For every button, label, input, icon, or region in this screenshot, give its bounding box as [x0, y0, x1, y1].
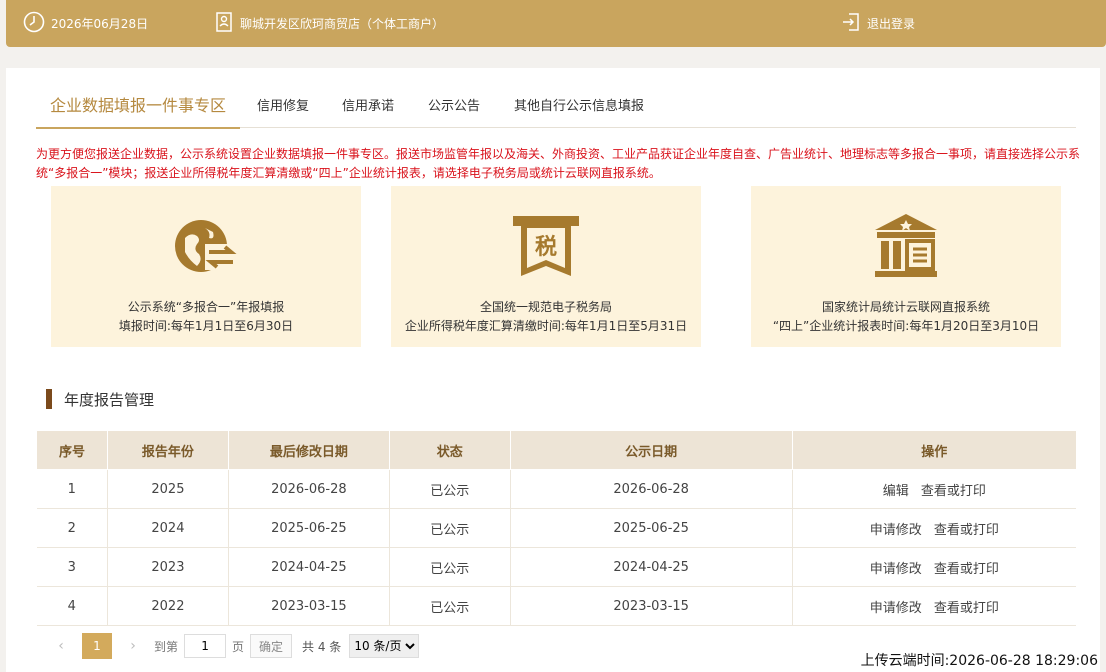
edit-link[interactable]: 编辑	[883, 484, 909, 499]
card-annual-report[interactable]: 公示系统“多报合一”年报填报 填报时间:每年1月1日至6月30日	[51, 186, 361, 347]
card-title: 公示系统“多报合一”年报填报	[127, 300, 285, 314]
shop-name: 聊城开发区欣珂商贸店（个体工商户）	[240, 17, 445, 31]
cell-modified: 2023-03-15	[228, 586, 390, 626]
cell-status: 已公示	[389, 508, 511, 548]
section-title: 年度报告管理	[46, 388, 154, 410]
cell-actions: 申请修改 查看或打印	[792, 547, 1076, 587]
date-display: 2026年06月28日	[23, 0, 148, 47]
cell-actions: 编辑 查看或打印	[792, 469, 1076, 509]
goto-label: 到第	[154, 639, 179, 654]
cell-actions: 申请修改 查看或打印	[792, 586, 1076, 626]
card-title: 国家统计局统计云联网直报系统	[821, 300, 990, 314]
cell-modified: 2025-06-25	[228, 508, 390, 548]
cell-status: 已公示	[389, 469, 511, 509]
cell-year: 2024	[107, 508, 229, 548]
tab-credit-commitment[interactable]: 信用承诺	[342, 92, 394, 128]
table-row: 3 2023 2024-04-25 已公示 2024-04-25 申请修改 查看…	[36, 547, 1076, 587]
card-period: “四上”企业统计报表时间:每年1月20日至3月10日	[772, 319, 1040, 333]
logout-icon	[841, 11, 867, 36]
current-page-button[interactable]: 1	[82, 633, 112, 659]
cell-status: 已公示	[389, 586, 511, 626]
tab-credit-repair[interactable]: 信用修复	[257, 92, 309, 128]
main-panel: 企业数据填报一件事专区 信用修复 信用承诺 公示公告 其他自行公示信息填报 为更…	[6, 68, 1100, 672]
cell-no: 1	[36, 469, 108, 509]
col-header-modified: 最后修改日期	[227, 430, 390, 470]
cell-public-date: 2025-06-25	[510, 508, 793, 548]
view-print-link[interactable]: 查看或打印	[934, 523, 999, 538]
view-print-link[interactable]: 查看或打印	[921, 484, 986, 499]
page-suffix: 页	[232, 639, 245, 654]
shop-info: 聊城开发区欣珂商贸店（个体工商户）	[214, 0, 444, 47]
cell-year: 2025	[107, 469, 229, 509]
col-header-status: 状态	[388, 430, 511, 470]
notice-text: 为更方便您报送企业数据，公示系统设置企业数据填报一件事专区。报送市场监管年报以及…	[36, 147, 1081, 180]
table-row: 1 2025 2026-06-28 已公示 2026-06-28 编辑 查看或打…	[36, 469, 1076, 509]
card-period: 企业所得税年度汇算清缴时间:每年1月1日至5月31日	[404, 319, 688, 333]
section-marker	[46, 389, 52, 409]
card-period: 填报时间:每年1月1日至6月30日	[118, 319, 294, 333]
page-size-select[interactable]: 10 条/页	[349, 634, 420, 658]
annual-report-table: 序号 报告年份 最后修改日期 状态 公示日期 操作 1 2025 2026-06…	[36, 430, 1076, 626]
total-count: 共 4 条	[302, 639, 342, 654]
top-bar: 2026年06月28日 聊城开发区欣珂商贸店（个体工商户） 退出登录	[6, 0, 1106, 47]
cell-year: 2023	[107, 547, 229, 587]
tab-announcement[interactable]: 公示公告	[428, 92, 480, 128]
pagination: ‹ 1 › 到第 页 确定 共 4 条 10 条/页	[46, 632, 420, 660]
card-tax-bureau[interactable]: 税 全国统一规范电子税务局 企业所得税年度汇算清缴时间:每年1月1日至5月31日	[391, 186, 701, 347]
cell-actions: 申请修改 查看或打印	[792, 508, 1076, 548]
request-modify-link[interactable]: 申请修改	[870, 523, 922, 538]
table-row: 4 2022 2023-03-15 已公示 2023-03-15 申请修改 查看…	[36, 586, 1076, 626]
cell-no: 4	[36, 586, 108, 626]
card-statistics[interactable]: 国家统计局统计云联网直报系统 “四上”企业统计报表时间:每年1月20日至3月10…	[751, 186, 1061, 347]
view-print-link[interactable]: 查看或打印	[934, 601, 999, 616]
user-badge-icon	[214, 11, 240, 36]
request-modify-link[interactable]: 申请修改	[870, 562, 922, 577]
tab-other-disclosure[interactable]: 其他自行公示信息填报	[514, 92, 644, 128]
upload-time: 上传云端时间:2026-06-28 18:29:06	[858, 650, 1100, 670]
tax-glyph: 税	[535, 234, 557, 260]
table-header-row: 序号 报告年份 最后修改日期 状态 公示日期 操作	[36, 430, 1076, 470]
section-title-text: 年度报告管理	[64, 390, 155, 409]
logout-button[interactable]: 退出登录	[841, 0, 915, 47]
goto-confirm-button[interactable]: 确定	[250, 634, 293, 658]
date-text: 2026年06月28日	[51, 17, 149, 31]
cell-public-date: 2024-04-25	[510, 547, 793, 587]
table-row: 2 2024 2025-06-25 已公示 2025-06-25 申请修改 查看…	[36, 508, 1076, 548]
cell-modified: 2024-04-25	[228, 547, 390, 587]
col-header-actions: 操作	[791, 430, 1076, 470]
cell-year: 2022	[107, 586, 229, 626]
prev-page-button[interactable]: ‹	[46, 638, 76, 654]
cell-public-date: 2023-03-15	[510, 586, 793, 626]
cell-no: 3	[36, 547, 108, 587]
logout-label[interactable]: 退出登录	[867, 15, 915, 32]
col-header-year: 报告年份	[106, 430, 229, 470]
view-print-link[interactable]: 查看或打印	[934, 562, 999, 577]
next-page-button[interactable]: ›	[118, 638, 148, 654]
col-header-public-date: 公示日期	[509, 430, 793, 470]
globe-exchange-icon	[51, 210, 361, 280]
cell-status: 已公示	[389, 547, 511, 587]
tab-data-reporting[interactable]: 企业数据填报一件事专区	[36, 92, 241, 129]
cell-no: 2	[36, 508, 108, 548]
goto-page-input[interactable]	[184, 634, 227, 658]
cell-public-date: 2026-06-28	[510, 469, 793, 509]
clock-icon	[23, 11, 51, 36]
tab-bar: 企业数据填报一件事专区 信用修复 信用承诺 公示公告 其他自行公示信息填报	[36, 92, 1076, 129]
card-title: 全国统一规范电子税务局	[479, 300, 612, 314]
request-modify-link[interactable]: 申请修改	[870, 601, 922, 616]
government-building-icon	[751, 210, 1061, 280]
cell-modified: 2026-06-28	[228, 469, 390, 509]
col-header-no: 序号	[36, 430, 108, 470]
tax-ribbon-icon: 税	[391, 210, 701, 280]
